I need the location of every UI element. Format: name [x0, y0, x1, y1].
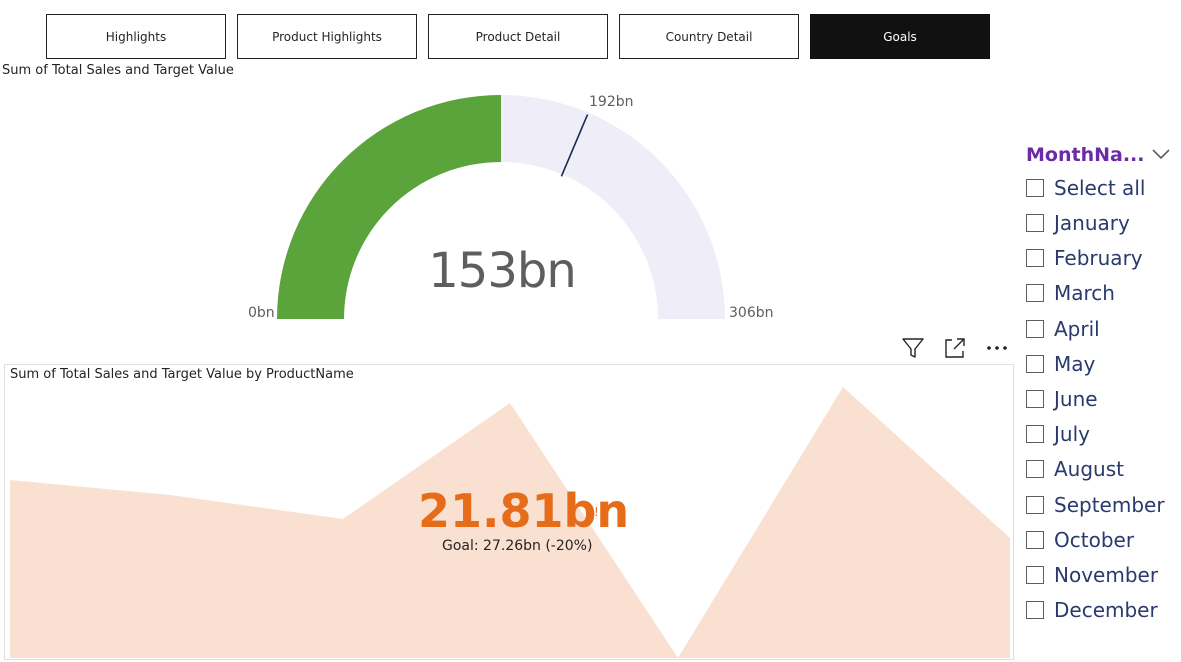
- slicer-item-june[interactable]: June: [1026, 386, 1098, 412]
- slicer-item-label: June: [1054, 387, 1098, 411]
- slicer-item-may[interactable]: May: [1026, 351, 1095, 377]
- slicer-item-label: May: [1054, 352, 1096, 376]
- slicer-item-april[interactable]: April: [1026, 316, 1100, 342]
- slicer-item-march[interactable]: March: [1026, 280, 1115, 306]
- checkbox[interactable]: [1026, 496, 1044, 514]
- checkbox[interactable]: [1026, 460, 1044, 478]
- checkbox[interactable]: [1026, 320, 1044, 338]
- slicer-item-label: Select all: [1054, 176, 1146, 200]
- slicer-item-label: February: [1054, 246, 1143, 270]
- slicer-item-october[interactable]: October: [1026, 527, 1134, 553]
- slicer-item-select-all[interactable]: Select all: [1026, 175, 1145, 201]
- checkbox[interactable]: [1026, 566, 1044, 584]
- slicer-item-label: January: [1054, 211, 1130, 235]
- checkbox[interactable]: [1026, 214, 1044, 232]
- slicer-item-september[interactable]: September: [1026, 492, 1165, 518]
- checkbox[interactable]: [1026, 249, 1044, 267]
- slicer-item-january[interactable]: January: [1026, 210, 1130, 236]
- slicer-item-label: September: [1054, 493, 1165, 517]
- checkbox[interactable]: [1026, 601, 1044, 619]
- checkbox[interactable]: [1026, 390, 1044, 408]
- checkbox[interactable]: [1026, 425, 1044, 443]
- slicer-item-november[interactable]: November: [1026, 562, 1158, 588]
- slicer-item-february[interactable]: February: [1026, 245, 1143, 271]
- slicer-item-label: December: [1054, 598, 1158, 622]
- slicer-item-label: August: [1054, 457, 1124, 481]
- checkbox[interactable]: [1026, 355, 1044, 373]
- chevron-down-icon[interactable]: [1151, 146, 1171, 165]
- slicer-header: MonthNa...: [1026, 144, 1145, 166]
- kpi-goal-text: Goal: 27.26bn (-20%): [442, 538, 593, 554]
- slicer-item-label: April: [1054, 317, 1100, 341]
- slicer-item-august[interactable]: August: [1026, 456, 1124, 482]
- checkbox[interactable]: [1026, 179, 1044, 197]
- slicer-item-label: November: [1054, 563, 1159, 587]
- slicer-item-december[interactable]: December: [1026, 597, 1158, 623]
- kpi-trend-area: [10, 387, 1010, 658]
- checkbox[interactable]: [1026, 284, 1044, 302]
- slicer-item-label: July: [1054, 422, 1090, 446]
- slicer-item-july[interactable]: July: [1026, 421, 1090, 447]
- slicer-item-label: October: [1054, 528, 1135, 552]
- slicer-item-label: March: [1054, 281, 1115, 305]
- kpi-alert-icon: !: [594, 505, 599, 519]
- checkbox[interactable]: [1026, 531, 1044, 549]
